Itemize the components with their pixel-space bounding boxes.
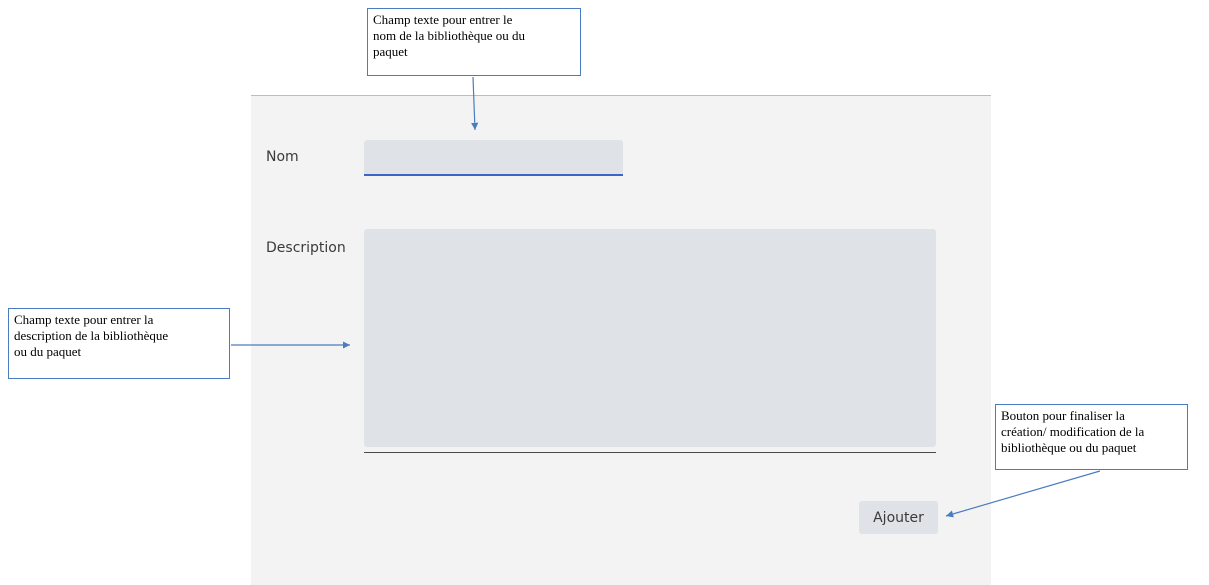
description-input[interactable] [364, 229, 936, 447]
name-input[interactable] [364, 140, 623, 176]
description-underline [364, 452, 936, 453]
form-panel: Nom Description Ajouter [251, 95, 991, 585]
callout-name-field: Champ texte pour entrer le nom de la bib… [367, 8, 581, 76]
name-label: Nom [266, 149, 299, 165]
callout-submit-button: Bouton pour finaliser la création/ modif… [995, 404, 1188, 470]
add-button[interactable]: Ajouter [859, 501, 938, 534]
description-label: Description [266, 240, 346, 256]
callout-description-field: Champ texte pour entrer la description d… [8, 308, 230, 379]
